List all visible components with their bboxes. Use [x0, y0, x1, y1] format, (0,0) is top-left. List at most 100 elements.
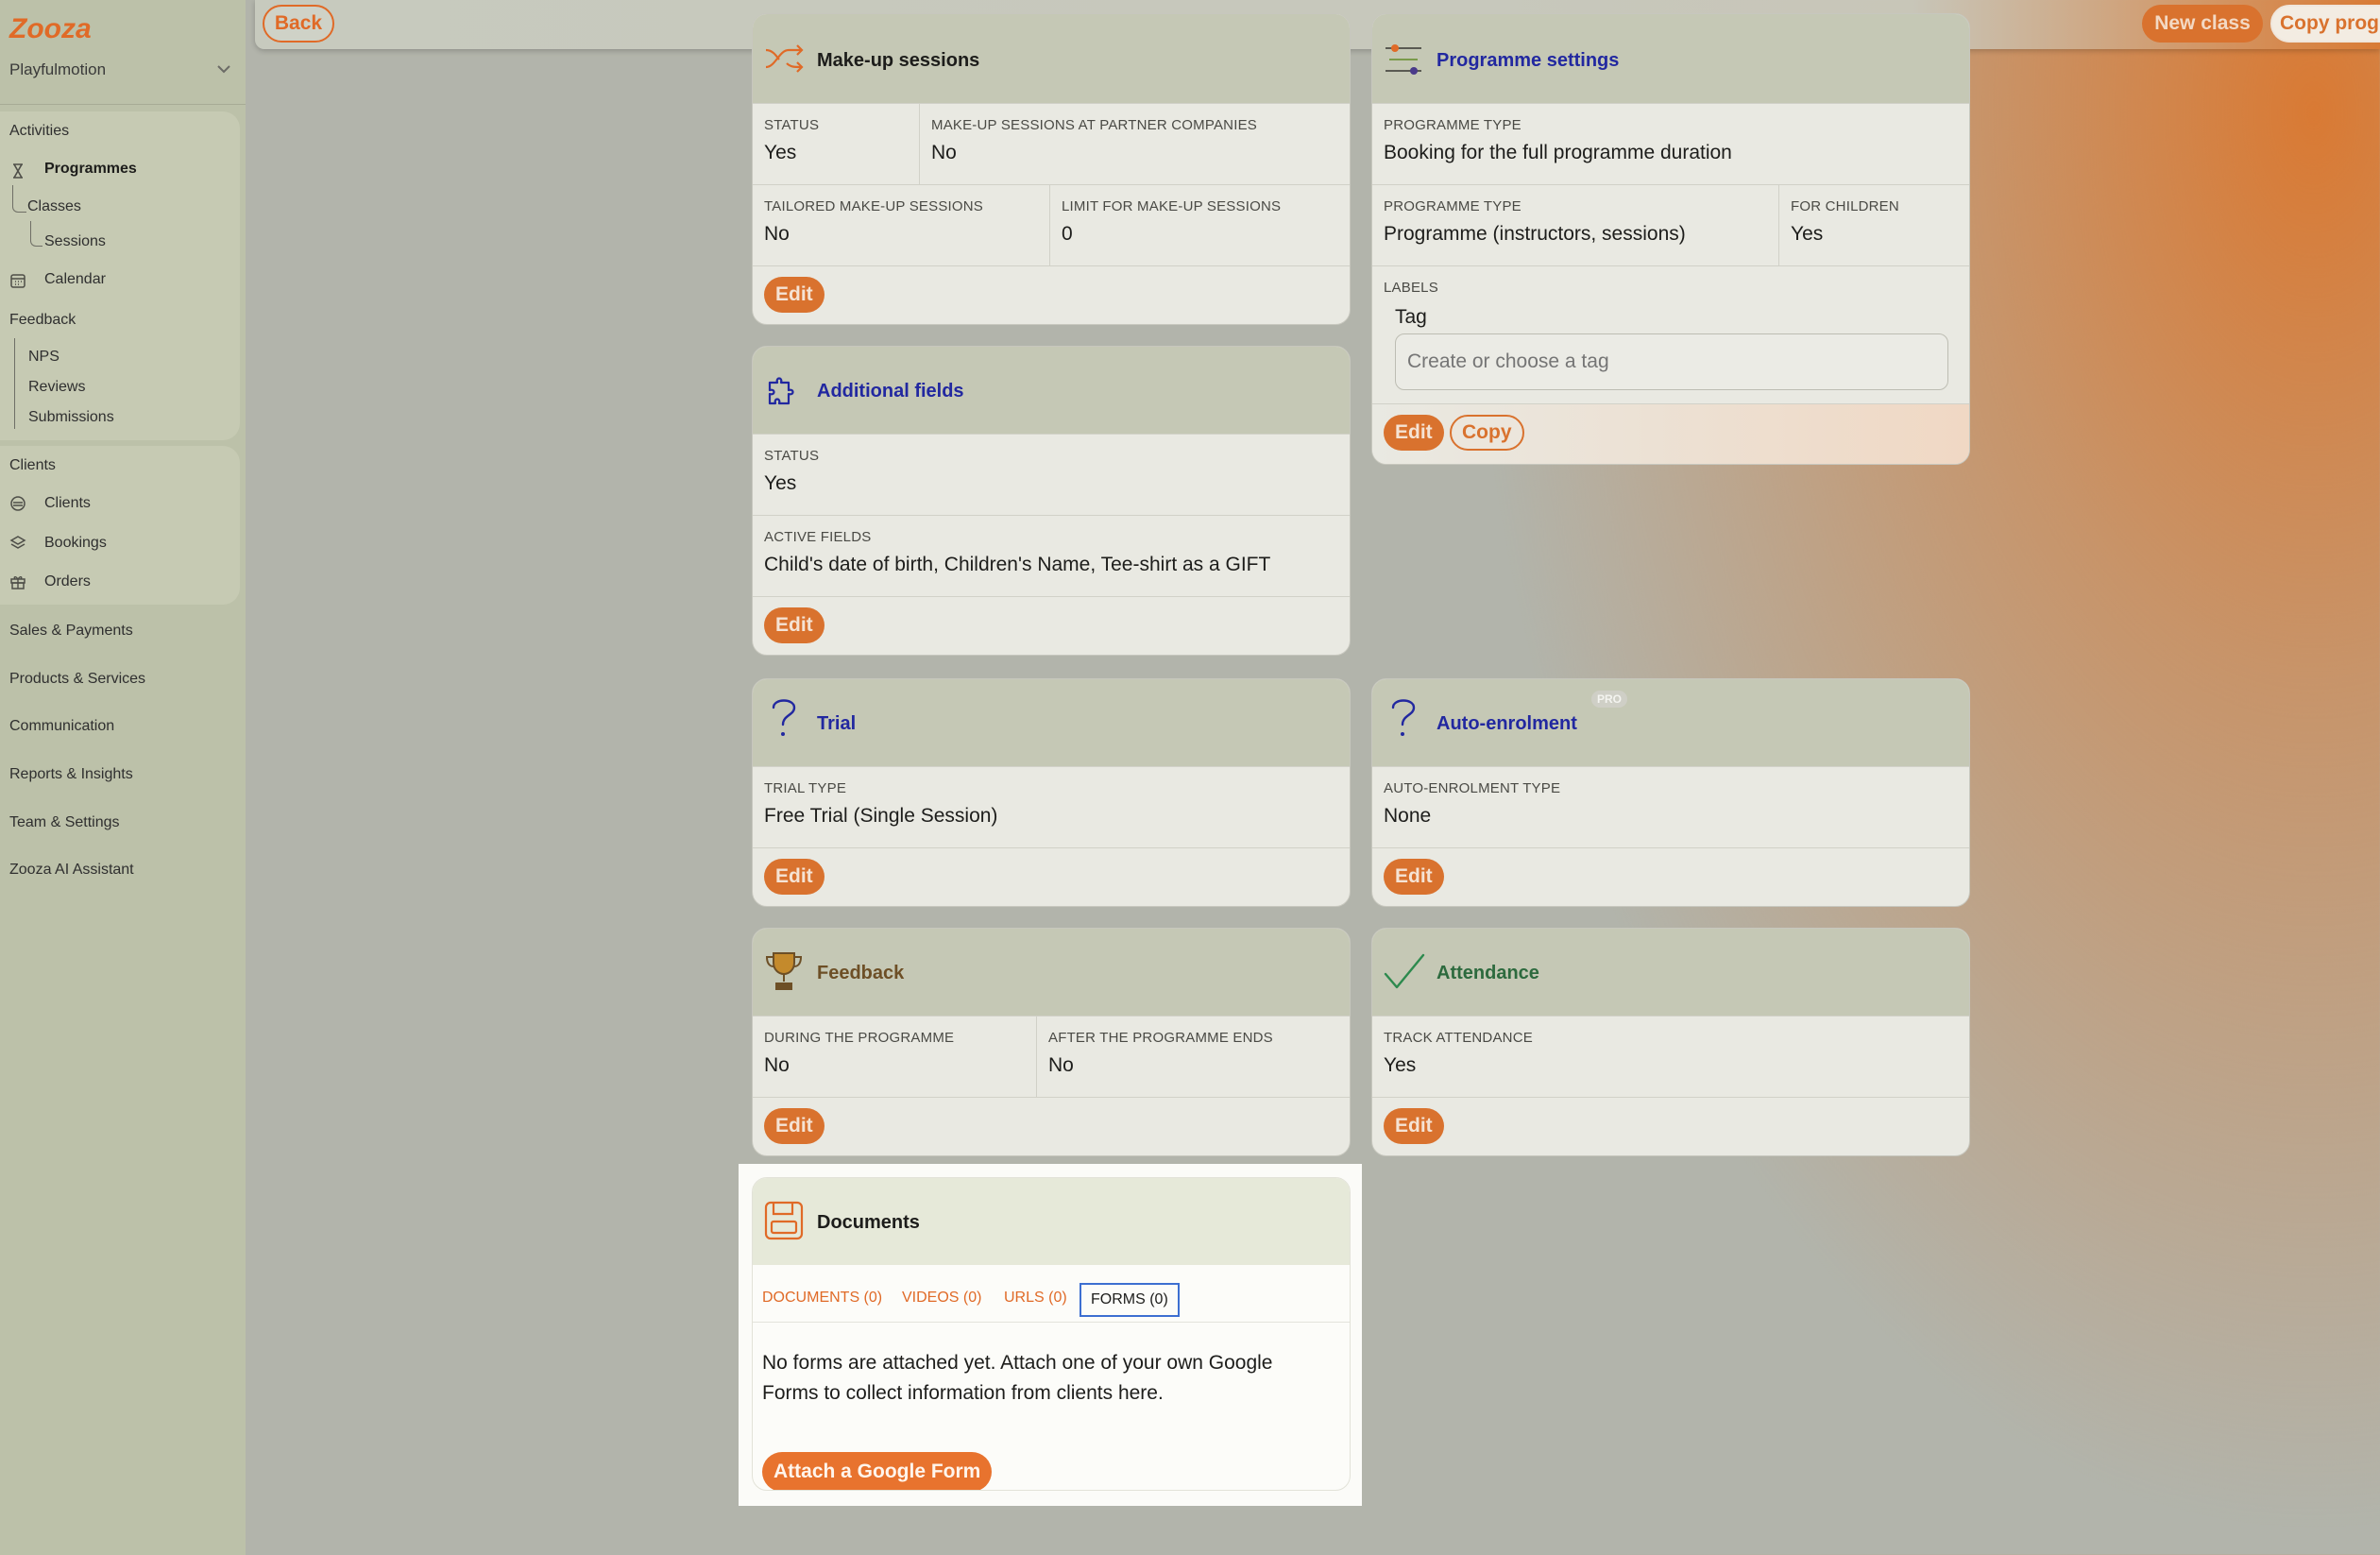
sidebar-item-nps[interactable]: NPS [28, 349, 60, 366]
edit-button[interactable]: Edit [764, 277, 824, 313]
sidebar-item-clients[interactable]: Clients [44, 495, 91, 512]
field-label: PROGRAMME TYPE [1384, 117, 1522, 133]
edit-button[interactable]: Edit [764, 1108, 824, 1144]
sidebar-item-calendar[interactable]: Calendar [44, 271, 106, 288]
new-class-button[interactable]: New class [2142, 5, 2263, 43]
card-title: Make-up sessions [817, 50, 980, 71]
card-footer [1372, 1097, 1969, 1155]
field-auto-enrolment-type: AUTO-ENROLMENT TYPE None [1372, 766, 1969, 847]
sidebar: Zooza Playfulmotion Activities Programme… [0, 0, 246, 1555]
field-value: Yes [764, 472, 797, 494]
tab-forms[interactable]: FORMS (0) [1080, 1283, 1180, 1317]
field-for-children: FOR CHILDREN Yes [1778, 184, 1969, 265]
attach-google-form-button[interactable]: Attach a Google Form [762, 1452, 993, 1490]
field-label: AUTO-ENROLMENT TYPE [1384, 780, 1561, 796]
documents-card: Documents DOCUMENTS (0) VIDEOS (0) URLS … [752, 1177, 1351, 1491]
card-title: Trial [817, 713, 857, 734]
field-value: Yes [1791, 223, 1824, 245]
tab-videos[interactable]: VIDEOS (0) [902, 1290, 981, 1307]
sidebar-item-submissions[interactable]: Submissions [28, 409, 114, 426]
trophy-icon [765, 952, 803, 990]
hourglass-icon [13, 163, 23, 179]
empty-state-message: No forms are attached yet. Attach one of… [762, 1352, 1273, 1404]
field-value: 0 [1062, 223, 1073, 245]
shuffle-icon [765, 44, 804, 73]
card-title: Documents [817, 1212, 920, 1233]
tab-documents[interactable]: DOCUMENTS (0) [762, 1290, 882, 1307]
chevron-down-icon [217, 65, 230, 74]
edit-button[interactable]: Edit [1384, 1108, 1444, 1144]
tab-urls[interactable]: URLS (0) [1004, 1290, 1067, 1307]
calendar-icon [10, 274, 26, 288]
field-partner-makeup: MAKE-UP SESSIONS AT PARTNER COMPANIES No [919, 103, 1350, 184]
nav-section-products-services[interactable]: Products & Services [9, 671, 145, 688]
trial-card: Trial TRIAL TYPE Free Trial (Single Sess… [752, 678, 1351, 907]
field-label: STATUS [764, 117, 820, 133]
nav-section-sales-payments[interactable]: Sales & Payments [9, 623, 133, 640]
documents-highlight: Documents DOCUMENTS (0) VIDEOS (0) URLS … [739, 1164, 1362, 1506]
field-value: Booking for the full programme duration [1384, 142, 1732, 163]
field-label: LIMIT FOR MAKE-UP SESSIONS [1062, 198, 1282, 214]
programme-settings-card: Programme settings PROGRAMME TYPE Bookin… [1371, 13, 1970, 465]
card-title: Auto-enrolment [1436, 713, 1577, 734]
copy-programme-button[interactable]: Copy prog [2270, 5, 2380, 43]
layers-icon [9, 536, 26, 549]
question-mark-icon [772, 699, 796, 736]
card-title: Programme settings [1436, 50, 1620, 71]
card-footer [753, 265, 1350, 324]
auto-enrolment-card: Auto-enrolment PRO AUTO-ENROLMENT TYPE N… [1371, 678, 1970, 907]
sidebar-item-orders[interactable]: Orders [44, 573, 91, 590]
field-value: No [931, 142, 957, 163]
field-track-attendance: TRACK ATTENDANCE Yes [1372, 1016, 1969, 1097]
field-makeup-limit: LIMIT FOR MAKE-UP SESSIONS 0 [1049, 184, 1350, 265]
nav-section-team-settings[interactable]: Team & Settings [9, 814, 120, 831]
edit-button[interactable]: Edit [1384, 859, 1444, 895]
field-label: FOR CHILDREN [1791, 198, 1899, 214]
field-value: No [764, 223, 790, 245]
sidebar-item-programmes[interactable]: Programmes [44, 161, 137, 178]
field-label: MAKE-UP SESSIONS AT PARTNER COMPANIES [931, 117, 1257, 133]
nav-section-activities[interactable]: Activities [9, 123, 69, 140]
nav-section-reports-insights[interactable]: Reports & Insights [9, 766, 133, 783]
field-value: Free Trial (Single Session) [764, 805, 998, 827]
field-value: Programme (instructors, sessions) [1384, 223, 1686, 245]
field-during-programme: DURING THE PROGRAMME No [753, 1016, 1036, 1097]
edit-button[interactable]: Edit [764, 859, 824, 895]
field-value: Yes [1384, 1054, 1417, 1076]
field-value: None [1384, 805, 1432, 827]
sidebar-item-sessions[interactable]: Sessions [44, 233, 106, 250]
field-label: STATUS [764, 448, 820, 464]
field-label: PROGRAMME TYPE [1384, 198, 1522, 214]
question-mark-icon [1391, 699, 1416, 736]
tag-label: Tag [1395, 306, 1427, 328]
copy-button[interactable]: Copy [1450, 415, 1524, 451]
clients-icon [10, 496, 26, 511]
field-tailored-makeup: TAILORED MAKE-UP SESSIONS No [753, 184, 1049, 265]
field-value: Child's date of birth, Children's Name, … [764, 554, 1271, 575]
card-title: Additional fields [817, 381, 964, 402]
checkmark-icon [1384, 953, 1425, 989]
nav-section-clients[interactable]: Clients [9, 457, 56, 474]
field-status: STATUS Yes [753, 103, 919, 184]
sidebar-item-classes[interactable]: Classes [27, 198, 81, 215]
edit-button[interactable]: Edit [1384, 415, 1444, 451]
back-button[interactable]: Back [263, 5, 334, 43]
nav-section-communication[interactable]: Communication [9, 718, 114, 735]
card-title: Attendance [1436, 963, 1539, 983]
field-active-fields: ACTIVE FIELDS Child's date of birth, Chi… [753, 515, 1350, 596]
sidebar-item-reviews[interactable]: Reviews [28, 379, 85, 396]
attendance-card: Attendance TRACK ATTENDANCE Yes Edit [1371, 928, 1970, 1156]
gift-icon [10, 576, 26, 590]
nav-section-feedback[interactable]: Feedback [9, 312, 76, 329]
sidebar-item-bookings[interactable]: Bookings [44, 535, 107, 552]
tag-input[interactable] [1395, 333, 1948, 390]
field-label: ACTIVE FIELDS [764, 529, 872, 545]
organization-selector[interactable]: Playfulmotion [9, 60, 232, 79]
card-title: Feedback [817, 963, 905, 983]
tree-connector [12, 185, 26, 213]
edit-button[interactable]: Edit [764, 607, 824, 643]
card-footer [753, 596, 1350, 655]
nav-section-ai-assistant[interactable]: Zooza AI Assistant [9, 862, 134, 879]
zooza-logo[interactable]: Zooza [8, 11, 93, 43]
pro-badge: PRO [1591, 691, 1627, 708]
